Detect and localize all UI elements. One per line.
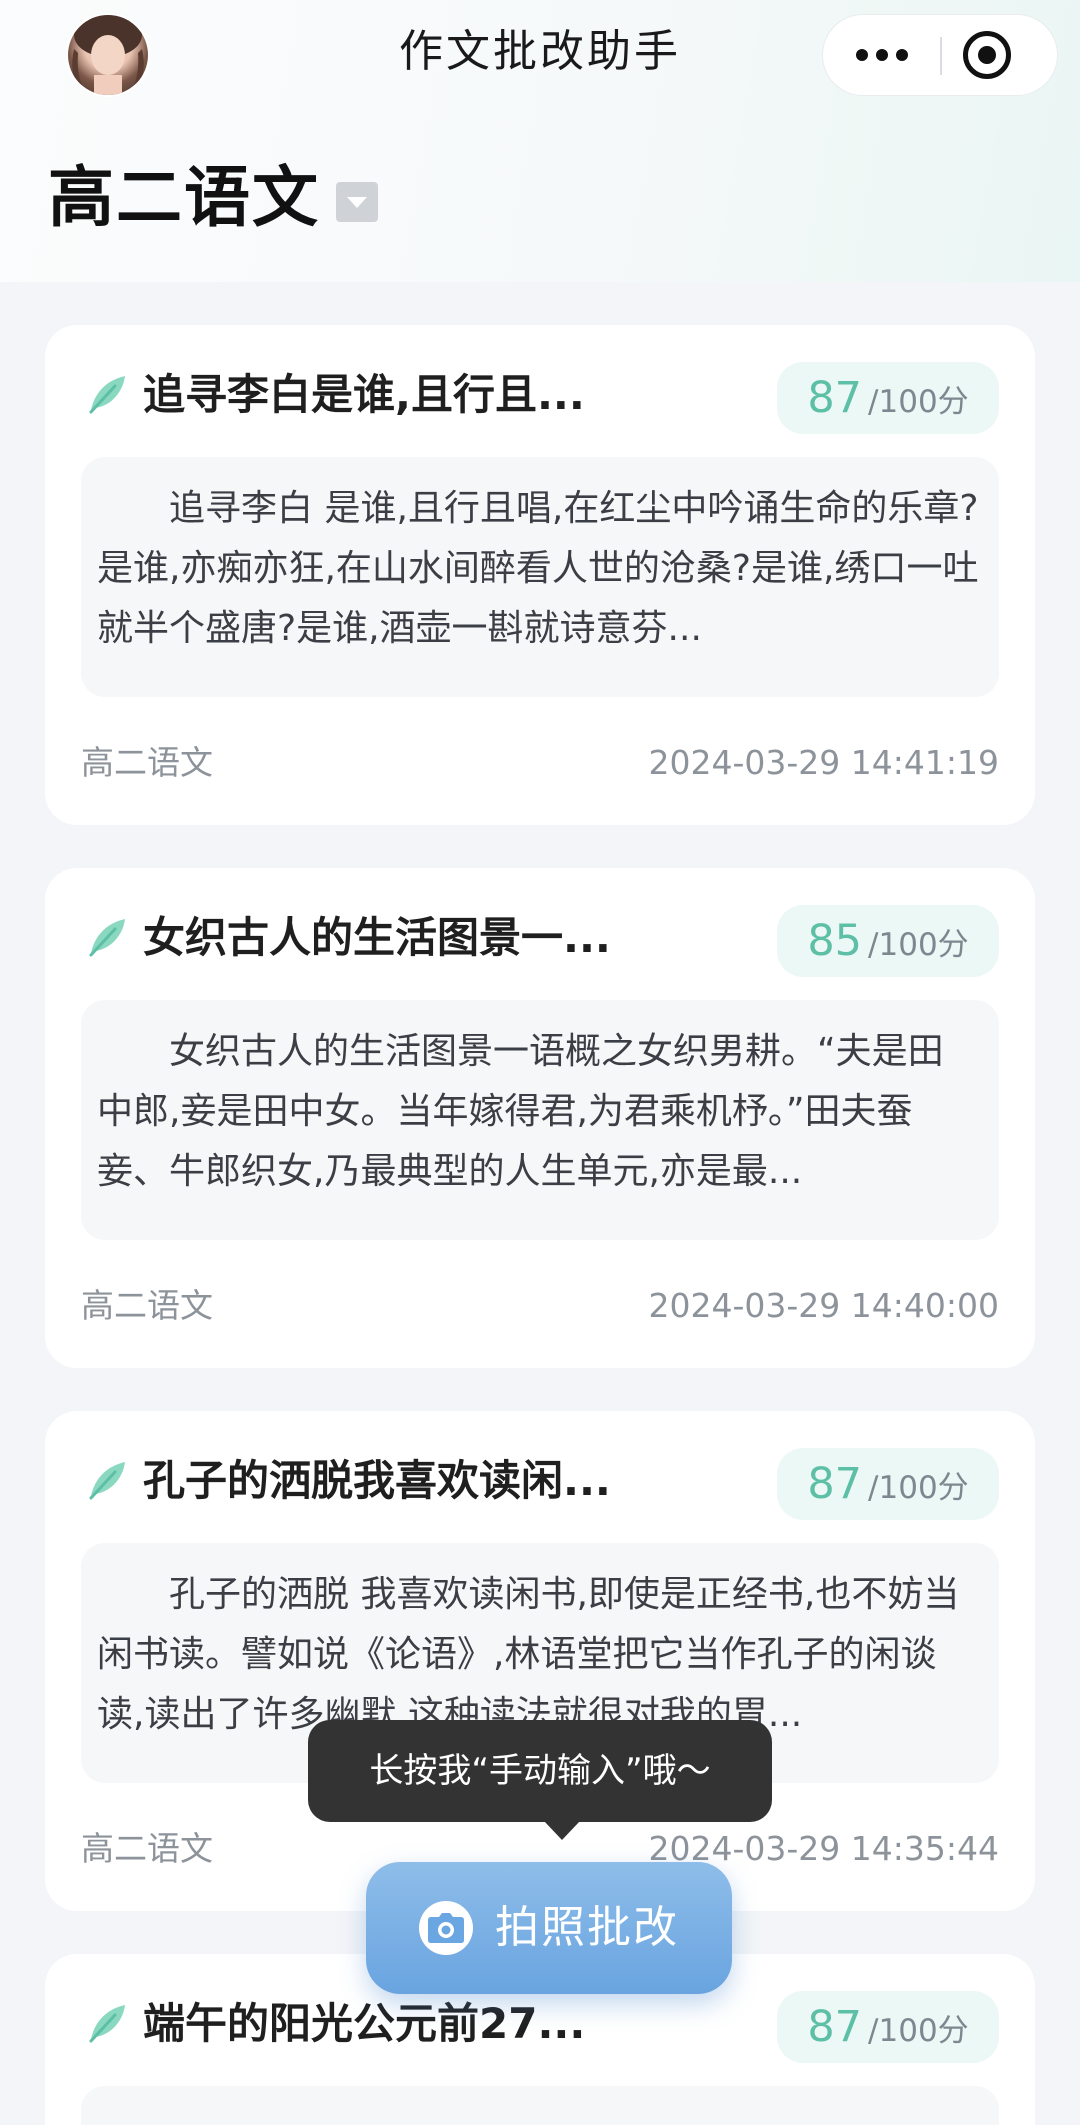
photo-correct-label: 拍照批改	[495, 1902, 679, 1953]
score-total: /100分	[868, 384, 969, 420]
score-badge: 87 /100分	[777, 1991, 999, 2063]
excerpt-text: 女织古人的生活图景一语概之女织男耕。“夫是田中郎,妾是田中女。当年嫁得君,为君乘…	[97, 1031, 944, 1192]
mini-program-capsule	[822, 14, 1058, 96]
essay-subject: 高二语文	[81, 1286, 213, 1325]
essay-title: 端午的阳光公元前27...	[143, 1999, 586, 2048]
essay-title: 女织古人的生活图景一...	[143, 913, 611, 962]
leaf-icon	[89, 2005, 125, 2043]
close-miniprogram-icon[interactable]	[963, 31, 1011, 79]
leaf-icon	[89, 376, 125, 414]
subject-title[interactable]: 高二语文	[48, 158, 320, 238]
essay-timestamp: 2024-03-29 14:40:00	[648, 1286, 999, 1325]
essay-subject: 高二语文	[81, 1829, 213, 1868]
manual-input-tooltip: 长按我“手动输入”哦～	[308, 1720, 772, 1840]
essay-card[interactable]: 孔子的洒脱我喜欢读闲... 87 /100分 孔子的洒脱 我喜欢读闲书,即使是正…	[45, 1411, 1035, 1911]
score-value: 87	[807, 2002, 863, 2052]
score-badge: 85 /100分	[777, 905, 999, 977]
photo-correct-button[interactable]: 拍照批改	[366, 1862, 732, 1994]
score-badge: 87 /100分	[777, 362, 999, 434]
score-total: /100分	[868, 2013, 969, 2049]
leaf-icon	[89, 919, 125, 957]
leaf-icon	[89, 1462, 125, 1500]
camera-icon	[419, 1901, 473, 1955]
essay-excerpt: 女织古人的生活图景一语概之女织男耕。“夫是田中郎,妾是田中女。当年嫁得君,为君乘…	[81, 1000, 999, 1240]
subject-dropdown-icon[interactable]	[336, 182, 378, 222]
essay-timestamp: 2024-03-29 14:41:19	[648, 743, 999, 782]
excerpt-text: 孔子的洒脱 我喜欢读闲书,即使是正经书,也不妨当闲书读。譬如说《论语》,林语堂把…	[97, 1574, 960, 1735]
essay-excerpt	[81, 2086, 999, 2125]
score-total: /100分	[868, 1470, 969, 1506]
page-header: 作文批改助手 高二语文	[0, 0, 1080, 282]
score-value: 87	[807, 1459, 863, 1509]
essay-title: 孔子的洒脱我喜欢读闲...	[143, 1456, 611, 1505]
capsule-divider	[940, 37, 942, 75]
more-options-icon[interactable]	[823, 15, 941, 95]
essay-card[interactable]: 追寻李白是谁,且行且... 87 /100分 追寻李白 是谁,且行且唱,在红尘中…	[45, 325, 1035, 825]
score-value: 87	[807, 373, 863, 423]
essay-excerpt: 追寻李白 是谁,且行且唱,在红尘中吟诵生命的乐章?是谁,亦痴亦狂,在山水间醉看人…	[81, 457, 999, 697]
score-total: /100分	[868, 927, 969, 963]
score-value: 85	[807, 916, 863, 966]
score-badge: 87 /100分	[777, 1448, 999, 1520]
essay-title: 追寻李白是谁,且行且...	[143, 370, 585, 419]
essay-subject: 高二语文	[81, 743, 213, 782]
excerpt-text: 追寻李白 是谁,且行且唱,在红尘中吟诵生命的乐章?是谁,亦痴亦狂,在山水间醉看人…	[97, 488, 979, 649]
essay-card[interactable]: 女织古人的生活图景一... 85 /100分 女织古人的生活图景一语概之女织男耕…	[45, 868, 1035, 1368]
